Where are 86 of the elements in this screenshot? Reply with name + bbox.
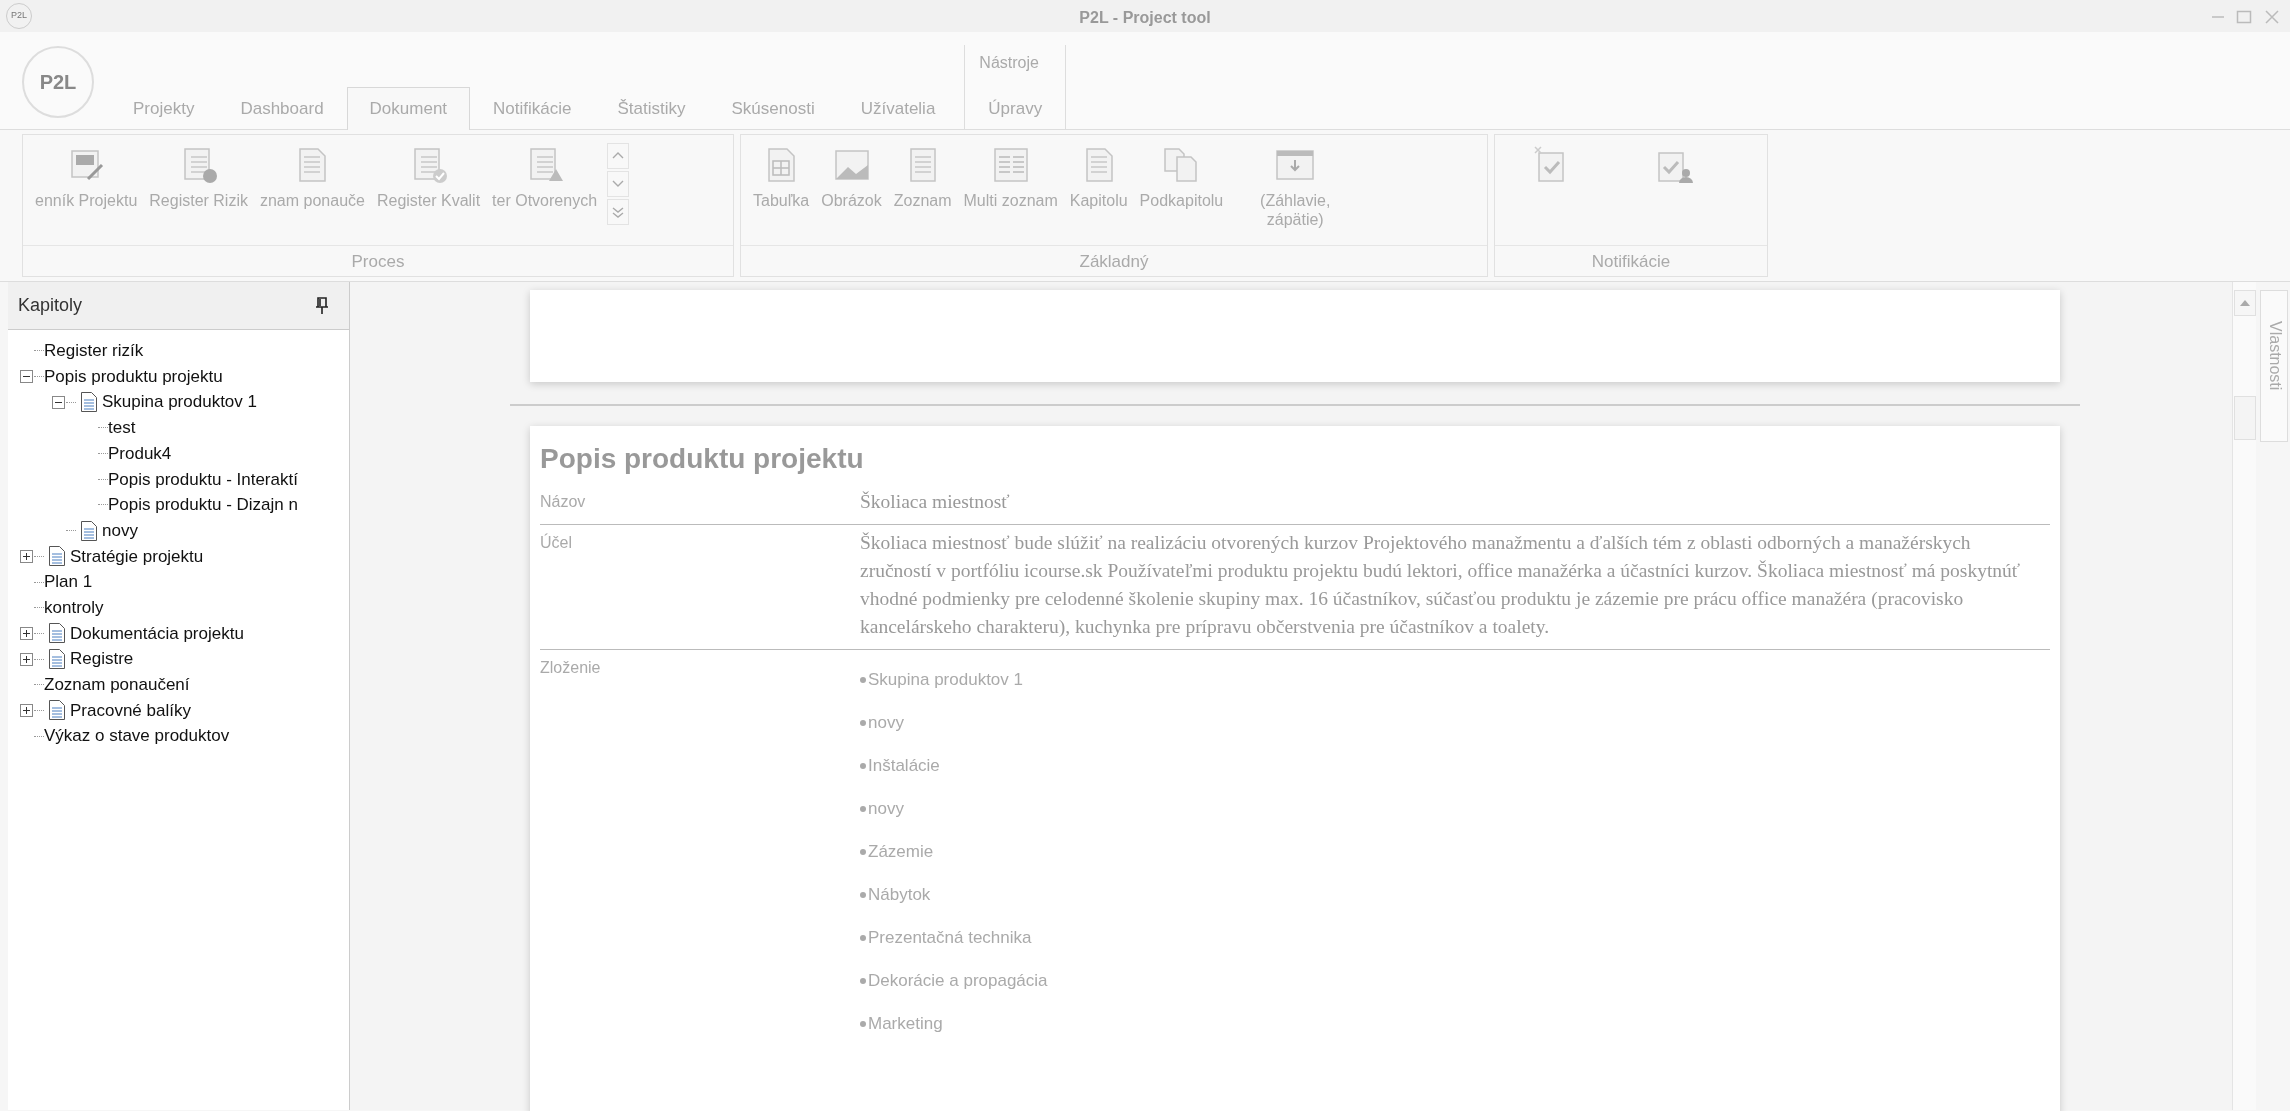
- pin-icon[interactable]: [315, 296, 329, 315]
- double-chevron-icon: [611, 206, 626, 218]
- ribbon-button[interactable]: Multi zoznam: [957, 143, 1064, 213]
- scroll-down-button[interactable]: [607, 171, 630, 197]
- ribbon-button[interactable]: Register Rizik: [143, 143, 254, 213]
- tree-item[interactable]: Register rizík: [44, 338, 144, 364]
- ribbon-button[interactable]: znam ponauče: [253, 143, 371, 213]
- list-item: Marketing: [860, 1002, 2050, 1045]
- group-label: Základný: [741, 244, 1487, 276]
- context-tab-header: Nástroje: [978, 52, 1040, 73]
- ribbon-button[interactable]: (Záhlavie, zápätie): [1229, 143, 1362, 232]
- document-title: Popis produktu projektu: [539, 442, 865, 476]
- tree-item[interactable]: kontroly: [44, 594, 104, 621]
- ribbon-button[interactable]: Register Kvalit: [370, 143, 487, 213]
- list-item: Dekorácie a propagácia: [860, 959, 2050, 1002]
- document-icon: [48, 622, 66, 645]
- document-icon: [48, 545, 66, 568]
- ribbon-button[interactable]: Podkapitolu: [1133, 143, 1230, 213]
- tree-item[interactable]: Popis produktu - Interaktí: [108, 466, 298, 493]
- tree-item[interactable]: Popis produktu projektu: [44, 363, 223, 390]
- tree-item[interactable]: Stratégie projektu: [48, 543, 204, 570]
- document-icon: [80, 391, 98, 414]
- ribbon-button[interactable]: Kapitolu: [1063, 143, 1134, 213]
- expand-button[interactable]: [19, 626, 33, 640]
- scrollbar-thumb[interactable]: [2233, 396, 2256, 440]
- collapse-button[interactable]: [19, 370, 33, 384]
- ribbon-button[interactable]: Obrázok: [815, 143, 888, 213]
- plus-icon: [21, 705, 31, 715]
- list-item: Inštalácie: [860, 744, 2050, 787]
- ribbon-tab[interactable]: Štatistiky: [594, 86, 709, 130]
- group-label: Notifikácie: [1495, 244, 1767, 276]
- panel-title: Kapitoly: [18, 294, 83, 317]
- field-label: Zloženie: [540, 658, 602, 678]
- group-label: Proces: [23, 244, 733, 276]
- document-icon: [48, 648, 66, 671]
- tree-item[interactable]: Plan 1: [44, 569, 93, 595]
- tree-item[interactable]: Produk4: [108, 440, 172, 467]
- maximize-icon: [2236, 9, 2252, 26]
- document-icon: [48, 699, 66, 722]
- scroll-up-button[interactable]: [2233, 290, 2256, 316]
- tree-item[interactable]: Zoznam ponaučení: [44, 672, 190, 698]
- expand-button[interactable]: [19, 703, 33, 717]
- field-value: Školiaca miestnosť: [860, 490, 1011, 514]
- list-item: novy: [860, 787, 2050, 830]
- ribbon-button[interactable]: Zoznam: [887, 143, 958, 213]
- more-button[interactable]: [607, 199, 630, 225]
- ribbon-tab[interactable]: Projekty: [110, 86, 218, 130]
- collapse-button[interactable]: [51, 395, 65, 409]
- plus-icon: [21, 654, 31, 664]
- ribbon-tab[interactable]: Dashboard: [217, 86, 347, 130]
- tree-item[interactable]: novy: [80, 517, 138, 544]
- field-value: Školiaca miestnosť bude slúžiť na realizáciu otvorených kurzov Projektového manažmentu a ďalších tém z oblasti odborných a manažérskych zručností v portfóliu icourse.sk Používateľmi produktu projektu budú lektori, office manažérka a účastníci kurzov. Školiaca miestnosť má poskytnúť vhodné podmienky pre celodenné školenie skupiny max. 16 účastníkov, súčasťou produktu je zázemie pre prácu office manažéra (pracovisko kancelárskeho charakteru), kuchynka pre prípravu občerstvenia pre účastníkov a toalety.: [860, 531, 2022, 639]
- scroll-up-button[interactable]: [607, 143, 630, 169]
- expand-button[interactable]: [19, 652, 33, 666]
- ribbon-tab[interactable]: Užívatelia: [837, 86, 959, 130]
- close-icon: [2264, 9, 2280, 26]
- plus-icon: [21, 551, 31, 561]
- tree-item[interactable]: Skupina produktov 1: [80, 389, 257, 415]
- list-item: Skupina produktov 1: [860, 658, 2050, 701]
- properties-tab[interactable]: Vlastnosti: [2260, 290, 2288, 442]
- plus-icon: [21, 628, 31, 638]
- tree-item[interactable]: Dokumentácia projektu: [48, 620, 244, 647]
- ribbon-tab[interactable]: Skúsenosti: [708, 86, 838, 130]
- list-item: Zázemie: [860, 830, 2050, 873]
- tree-item[interactable]: Registre: [48, 646, 134, 672]
- expand-button[interactable]: [19, 549, 33, 563]
- app-logo: P2L: [22, 46, 94, 118]
- tree-item[interactable]: test: [108, 415, 136, 441]
- ribbon-tab[interactable]: Úpravy: [965, 86, 1066, 130]
- list-item: novy: [860, 701, 2050, 744]
- tree-item[interactable]: Pracovné balíky: [48, 697, 191, 724]
- caret-up-icon: [2239, 300, 2250, 306]
- ribbon-button[interactable]: ter Otvorenych: [486, 143, 604, 213]
- ribbon-tab[interactable]: Dokument: [346, 86, 471, 130]
- minimize-icon: [2212, 16, 2224, 19]
- ribbon-button[interactable]: Tabuľka: [747, 143, 816, 213]
- field-label: Názov: [540, 492, 587, 512]
- list-item: Prezentačná technika: [860, 916, 2050, 959]
- tree-item[interactable]: Výkaz o stave produktov: [44, 723, 230, 749]
- document-icon: [80, 519, 98, 542]
- list-item: Nábytok: [860, 873, 2050, 916]
- tree-item[interactable]: Popis produktu - Dizajn n: [108, 492, 298, 518]
- window-title: P2L - Project tool: [1079, 8, 1211, 28]
- ribbon-button[interactable]: enník Projektu: [29, 143, 144, 213]
- ribbon-tab[interactable]: Notifikácie: [470, 86, 595, 130]
- field-label: Účel: [540, 532, 573, 553]
